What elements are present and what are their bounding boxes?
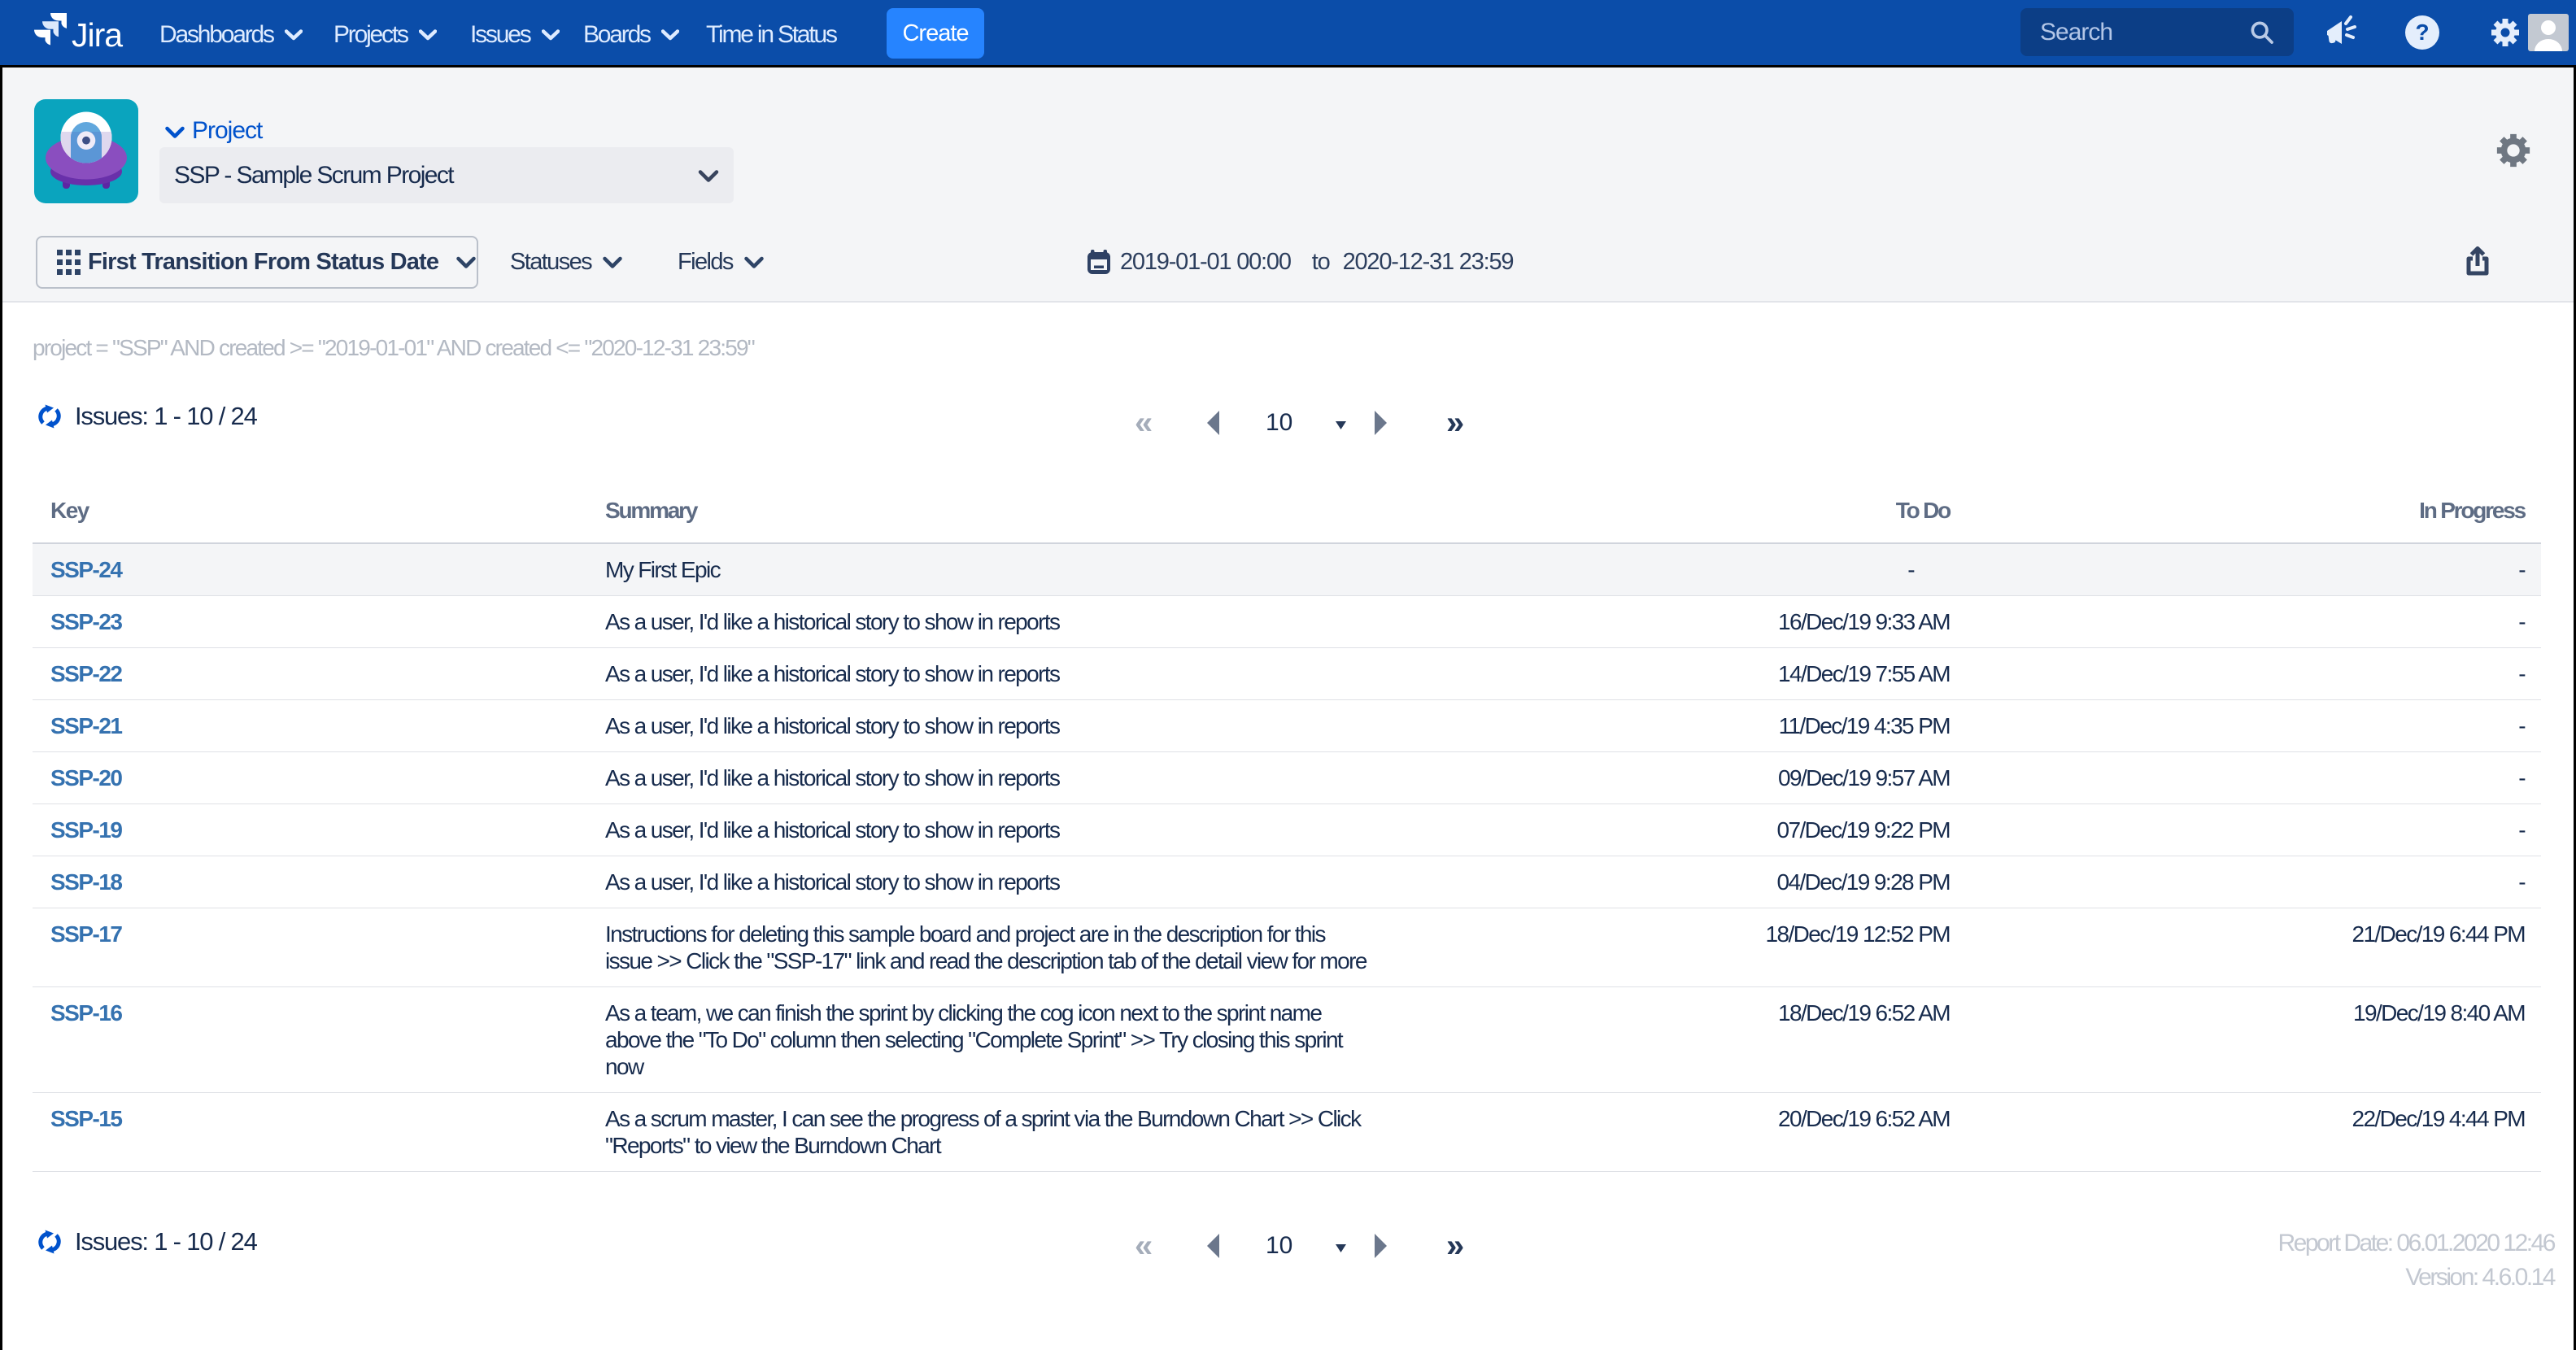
svg-text:?: ? [2415,20,2429,45]
